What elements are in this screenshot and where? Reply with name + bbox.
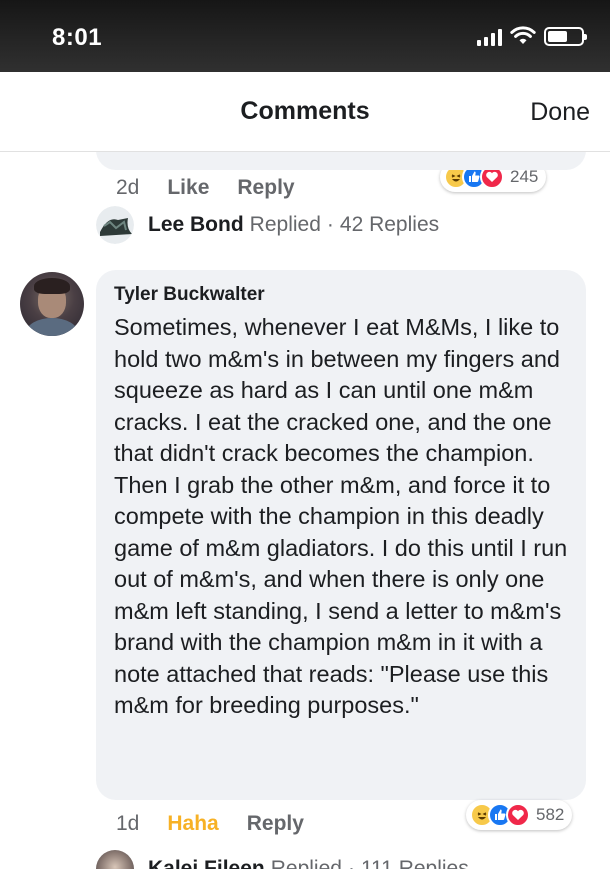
comment-author[interactable]: Tyler Buckwalter xyxy=(114,284,568,306)
page-title: Comments xyxy=(240,97,370,125)
comment-text: Sometimes, whenever I eat M&Ms, I like t… xyxy=(114,314,568,718)
love-icon xyxy=(506,803,530,827)
avatar[interactable] xyxy=(20,272,84,336)
comment-actions: 1d Haha Reply xyxy=(116,812,332,836)
reply-button[interactable]: Reply xyxy=(247,812,304,836)
replied-label: Replied xyxy=(270,857,342,869)
status-time: 8:01 xyxy=(52,24,103,51)
battery-icon xyxy=(544,27,587,46)
separator: · xyxy=(326,213,334,236)
reaction-count: 582 xyxy=(536,805,565,824)
replies-link[interactable]: Lee Bond Replied · 42 Replies xyxy=(96,206,439,244)
comment-timestamp[interactable]: 1d xyxy=(116,812,139,836)
reply-count: 42 Replies xyxy=(339,213,440,236)
replier-name: Lee Bond xyxy=(148,213,244,236)
reply-button[interactable]: Reply xyxy=(237,176,294,200)
status-icons xyxy=(477,26,587,46)
avatar xyxy=(96,850,134,869)
previous-comment-actions: 2d Like Reply xyxy=(116,176,323,200)
comments-sheet: Comments Done 2d Like Reply 245 Lee Bond… xyxy=(0,72,610,869)
replies-link[interactable]: Kalei Fileen Replied · 111 Replies xyxy=(96,850,469,869)
replier-name: Kalei Fileen xyxy=(148,857,265,869)
done-button[interactable]: Done xyxy=(530,98,590,127)
haha-reaction-button[interactable]: Haha xyxy=(167,812,218,836)
avatar xyxy=(96,206,134,244)
wifi-icon xyxy=(510,26,536,44)
replied-label: Replied xyxy=(249,213,321,236)
like-button[interactable]: Like xyxy=(167,176,209,200)
comment-timestamp[interactable]: 2d xyxy=(116,176,139,200)
reaction-summary[interactable]: 582 xyxy=(466,800,573,830)
separator: · xyxy=(347,857,355,869)
signal-icon xyxy=(477,28,502,46)
sheet-header: Comments Done xyxy=(0,72,610,152)
comment-bubble: Tyler Buckwalter Sometimes, whenever I e… xyxy=(96,270,586,800)
reply-count: 111 Replies xyxy=(360,857,469,869)
status-bar: 8:01 xyxy=(0,0,610,72)
reaction-count: 245 xyxy=(510,167,539,186)
